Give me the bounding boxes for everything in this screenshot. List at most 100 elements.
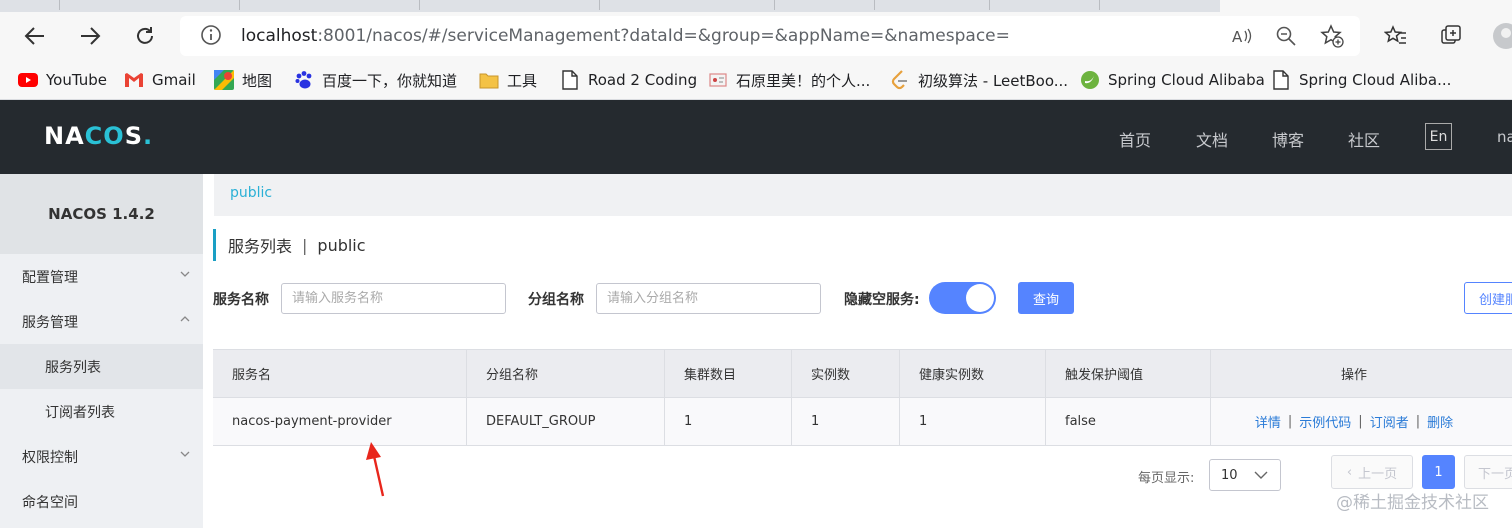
browser-tab[interactable]: [0, 0, 60, 10]
sidebar-item-label: 订阅者列表: [45, 404, 115, 421]
browser-tab[interactable]: [990, 0, 1100, 10]
page-size-select[interactable]: 10: [1209, 459, 1281, 491]
subscribers-link[interactable]: 订阅者: [1370, 412, 1409, 431]
back-arrow-icon: [24, 27, 44, 45]
url-text[interactable]: localhost:8001/nacos/#/serviceManagement…: [241, 26, 1010, 46]
browser-tab[interactable]: [600, 0, 775, 10]
sidebar-item-subscriber-list[interactable]: 订阅者列表: [0, 389, 203, 434]
nav-blog[interactable]: 博客: [1272, 127, 1304, 151]
group-name-input[interactable]: [596, 283, 821, 314]
zoom-icon[interactable]: [1274, 24, 1298, 48]
create-service-button[interactable]: 创建服务: [1464, 282, 1512, 314]
spring-icon: [1080, 70, 1100, 90]
sidebar-item-label: 服务管理: [22, 314, 78, 331]
browser-tab[interactable]: [775, 0, 875, 10]
user-menu[interactable]: na: [1497, 128, 1512, 146]
url-path: :8001/nacos/#/serviceManagement?dataId=&…: [317, 26, 1010, 46]
nacos-logo[interactable]: NACOS.: [44, 122, 153, 150]
service-name-cell: nacos-payment-provider: [213, 398, 467, 445]
nav-community[interactable]: 社区: [1348, 127, 1380, 151]
page-1-button[interactable]: 1: [1422, 455, 1455, 489]
bookmark-label: Spring Cloud Aliba...: [1299, 71, 1452, 89]
query-button[interactable]: 查询: [1018, 282, 1074, 314]
page-icon: [1271, 70, 1291, 90]
reload-button[interactable]: [129, 20, 161, 52]
sidebar-item-service-management[interactable]: 服务管理: [0, 299, 203, 344]
bookmark-label: Gmail: [152, 71, 196, 89]
browser-tab[interactable]: [60, 0, 240, 10]
bookmark-leetcode[interactable]: 初级算法 - LeetBoo...: [890, 66, 1068, 94]
toggle-knob: [966, 284, 994, 312]
forward-button[interactable]: [74, 20, 106, 52]
namespace-link-public[interactable]: public: [230, 185, 272, 201]
sidebar-item-service-list[interactable]: 服务列表: [0, 344, 203, 389]
bookmark-spring-cloud[interactable]: Spring Cloud Alibaba: [1080, 66, 1265, 94]
column-header-actions: 操作: [1340, 368, 1367, 383]
hide-empty-services-toggle[interactable]: [929, 282, 996, 314]
site-icon: [708, 70, 728, 90]
chevron-down-icon: [180, 271, 190, 277]
back-button[interactable]: [19, 20, 51, 52]
protect-threshold-cell: false: [1046, 398, 1211, 445]
delete-link[interactable]: 删除: [1427, 412, 1453, 431]
bookmark-label: 初级算法 - LeetBoo...: [918, 71, 1069, 90]
group-name-cell: DEFAULT_GROUP: [467, 398, 665, 445]
address-bar[interactable]: localhost:8001/nacos/#/serviceManagement…: [180, 16, 1360, 56]
next-page-button[interactable]: 下一页: [1464, 455, 1512, 489]
bookmark-gmail[interactable]: Gmail: [124, 66, 196, 94]
browser-tab-active[interactable]: [1220, 0, 1512, 12]
page-title-text: 服务列表: [228, 237, 293, 256]
bookmark-site[interactable]: 石原里美！的个人...: [708, 66, 870, 94]
bookmark-spring-cloud-2[interactable]: Spring Cloud Aliba...: [1271, 66, 1451, 94]
bookmark-road2coding[interactable]: Road 2 Coding: [560, 66, 697, 94]
sidebar-item-access-control[interactable]: 权限控制: [0, 434, 203, 479]
leetcode-icon: [890, 70, 910, 90]
baidu-icon: [294, 70, 314, 90]
bookmark-youtube[interactable]: YouTube: [18, 66, 107, 94]
bookmark-label: 地图: [242, 71, 273, 90]
instance-count-cell: 1: [792, 398, 900, 445]
healthy-instances-cell: 1: [900, 398, 1046, 445]
table-header-row: 服务名 分组名称 集群数目 实例数 健康实例数 触发保护阈值 操作: [213, 350, 1512, 398]
bookmark-label: 工具: [507, 71, 538, 90]
url-host: localhost: [241, 26, 318, 46]
annotation-arrow-icon: [366, 442, 385, 497]
favorites-icon[interactable]: [1382, 22, 1410, 50]
maps-icon: [214, 70, 234, 90]
chevron-up-icon: [180, 316, 190, 322]
chevron-down-icon: [1254, 471, 1268, 479]
prev-page-button[interactable]: ‹ 上一页: [1331, 455, 1413, 489]
namespace-bar: public: [214, 174, 1512, 216]
nav-home[interactable]: 首页: [1119, 127, 1151, 151]
sample-code-link[interactable]: 示例代码: [1299, 412, 1351, 431]
folder-icon: [479, 70, 499, 90]
site-info-icon[interactable]: [200, 24, 222, 50]
sidebar-item-namespace[interactable]: 命名空间: [0, 479, 203, 524]
sidebar-item-label: 服务列表: [45, 359, 101, 376]
reload-icon: [137, 27, 153, 44]
add-favorite-icon[interactable]: [1320, 24, 1344, 48]
details-link[interactable]: 详情: [1255, 412, 1281, 431]
cluster-count-cell: 1: [665, 398, 792, 445]
profile-avatar-icon[interactable]: [1492, 22, 1512, 50]
nav-docs[interactable]: 文档: [1196, 127, 1228, 151]
bookmark-folder-tools[interactable]: 工具: [479, 66, 537, 94]
bookmark-label: 百度一下，你就知道: [322, 71, 458, 90]
browser-tab[interactable]: [420, 0, 600, 10]
collections-icon[interactable]: [1437, 22, 1465, 50]
sidebar-item-config-management[interactable]: 配置管理: [0, 254, 203, 299]
hide-empty-services-label: 隐藏空服务:: [844, 292, 920, 308]
divider: |: [1358, 414, 1363, 429]
table-row: nacos-payment-provider DEFAULT_GROUP 1 1…: [213, 398, 1512, 446]
service-name-input[interactable]: [281, 283, 506, 314]
language-toggle-button[interactable]: En: [1425, 123, 1452, 150]
browser-tab[interactable]: [240, 0, 420, 10]
browser-tab[interactable]: [875, 0, 990, 10]
chevron-down-icon: [180, 451, 190, 457]
column-header-service-name: 服务名: [213, 350, 467, 397]
bookmark-maps[interactable]: 地图: [214, 66, 272, 94]
bookmark-baidu[interactable]: 百度一下，你就知道: [294, 66, 457, 94]
bookmark-label: Spring Cloud Alibaba: [1108, 71, 1265, 89]
read-aloud-icon[interactable]: A: [1230, 24, 1254, 48]
version-label: NACOS 1.4.2: [0, 174, 203, 254]
